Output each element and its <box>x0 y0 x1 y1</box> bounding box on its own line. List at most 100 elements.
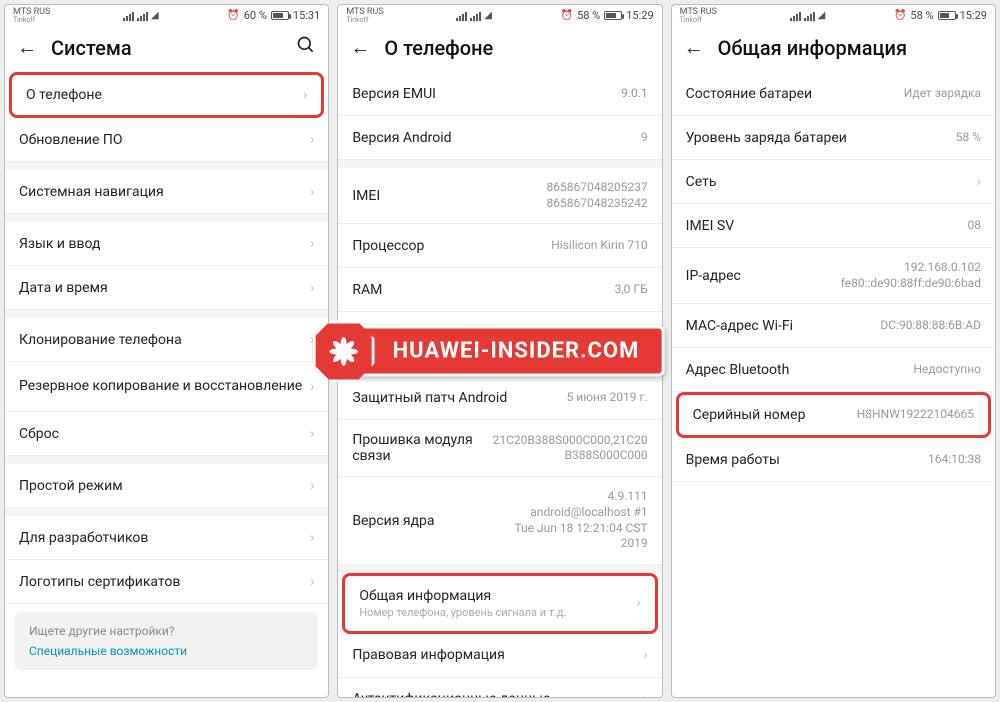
battery-percent: 58 % <box>577 9 600 22</box>
chevron-right-icon: › <box>310 184 314 200</box>
row-ip-address[interactable]: IP-адрес 192.168.0.102 fe80::de90:88ff:d… <box>672 248 995 304</box>
cellular-bars-icon <box>123 12 134 21</box>
chevron-right-icon: › <box>310 574 314 590</box>
cellular-bars-icon <box>456 12 467 21</box>
row-kernel[interactable]: Версия ядра 4.9.111 android@localhost #1… <box>338 477 661 564</box>
chevron-right-icon: › <box>643 647 647 663</box>
signal-icons: ◢ <box>456 10 492 21</box>
chevron-right-icon: › <box>310 426 314 442</box>
watermark: HUAWEI-INSIDER.COM <box>336 326 665 377</box>
row-backup-restore[interactable]: Резервное копирование и восстановление › <box>5 362 328 412</box>
row-simple-mode[interactable]: Простой режим › <box>5 464 328 508</box>
chevron-right-icon: › <box>303 87 307 103</box>
wifi-icon: ◢ <box>484 10 492 21</box>
row-system-navigation[interactable]: Системная навигация › <box>5 170 328 214</box>
row-bluetooth-address[interactable]: Адрес Bluetooth Недоступно <box>672 348 995 392</box>
battery-percent: 60 % <box>244 9 267 22</box>
chevron-right-icon: › <box>310 280 314 296</box>
row-uptime[interactable]: Время работы 164:10:38 <box>672 438 995 482</box>
general-info-list: Состояние батареи Идет зарядка Уровень з… <box>672 72 995 697</box>
row-phone-clone[interactable]: Клонирование телефона › <box>5 318 328 362</box>
footer-suggestion-card: Ищете другие настройки? Специальные возм… <box>15 612 318 670</box>
clock: 15:29 <box>960 9 987 22</box>
section-divider <box>5 456 328 464</box>
phone-screen-system: MTS RUS Tinkoff ◢ ⏰ 60 % 15:31 ← Система… <box>4 4 329 698</box>
status-bar: MTS RUS Tinkoff ◢ ⏰ 58 % 15:29 <box>672 5 995 25</box>
header: ← О телефоне <box>338 25 661 72</box>
watermark-text: HUAWEI-INSIDER.COM <box>393 339 640 364</box>
about-list: Версия EMUI 9.0.1 Версия Android 9 IMEI … <box>338 72 661 697</box>
chevron-right-icon: › <box>310 132 314 148</box>
back-icon[interactable]: ← <box>350 35 370 60</box>
battery-icon <box>938 11 956 20</box>
row-battery-level[interactable]: Уровень заряда батареи 58 % <box>672 116 995 160</box>
section-divider <box>338 160 661 168</box>
section-divider <box>338 565 661 573</box>
row-battery-state[interactable]: Состояние батареи Идет зарядка <box>672 72 995 116</box>
page-title: О телефоне <box>384 36 649 60</box>
alarm-icon: ⏰ <box>227 10 239 21</box>
section-divider <box>5 508 328 516</box>
page-title: Общая информация <box>718 36 983 60</box>
battery-percent: 58 % <box>910 9 933 22</box>
wifi-icon: ◢ <box>818 10 826 21</box>
back-icon[interactable]: ← <box>17 35 37 60</box>
status-bar: MTS RUS Tinkoff ◢ ⏰ 58 % 15:29 <box>338 5 661 25</box>
carrier-secondary: Tinkoff <box>13 17 50 24</box>
row-general-info[interactable]: Общая информация Номер телефона, уровень… <box>342 573 657 634</box>
row-android-version[interactable]: Версия Android 9 <box>338 116 661 160</box>
chevron-right-icon: › <box>310 236 314 252</box>
row-serial-number[interactable]: Серийный номер H8HNW19222104665 <box>676 392 991 438</box>
row-software-update[interactable]: Обновление ПО › <box>5 118 328 162</box>
section-divider <box>5 310 328 318</box>
cellular-bars-icon <box>790 12 801 21</box>
status-bar: MTS RUS Tinkoff ◢ ⏰ 60 % 15:31 <box>5 5 328 25</box>
row-legal-info[interactable]: Правовая информация › <box>338 634 661 678</box>
row-baseband[interactable]: Прошивка модуля связи 21C20B388S000C000,… <box>338 420 661 477</box>
row-developer-options[interactable]: Для разработчиков › <box>5 516 328 560</box>
row-auth-data[interactable]: Аутентификационные данные › <box>338 678 661 697</box>
row-security-patch[interactable]: Защитный патч Android 5 июня 2019 г. <box>338 376 661 420</box>
carrier-secondary: Tinkoff <box>346 17 383 24</box>
back-icon[interactable]: ← <box>684 35 704 60</box>
settings-list: О телефоне › Обновление ПО › Системная н… <box>5 72 328 697</box>
header: ← Общая информация <box>672 25 995 72</box>
signal-icons: ◢ <box>123 10 159 21</box>
battery-icon <box>604 11 622 20</box>
chevron-right-icon: › <box>977 174 981 190</box>
alarm-icon: ⏰ <box>894 10 906 21</box>
row-network[interactable]: Сеть › <box>672 160 995 204</box>
footer-question: Ищете другие настройки? <box>29 624 304 638</box>
clock: 15:29 <box>626 9 653 22</box>
cellular-bars-icon <box>804 12 815 21</box>
row-about-phone[interactable]: О телефоне › <box>9 72 324 118</box>
carrier-secondary: Tinkoff <box>680 17 717 24</box>
row-reset[interactable]: Сброс › <box>5 412 328 456</box>
chevron-right-icon: › <box>310 379 314 395</box>
signal-icons: ◢ <box>790 10 826 21</box>
section-divider <box>5 214 328 222</box>
section-divider <box>5 162 328 170</box>
cellular-bars-icon <box>470 12 481 21</box>
row-imei-sv[interactable]: IMEI SV 08 <box>672 204 995 248</box>
cellular-bars-icon <box>137 12 148 21</box>
page-title: Система <box>51 36 282 60</box>
row-mac-address[interactable]: MAC-адрес Wi-Fi DC:90:88:88:6B:AD <box>672 304 995 348</box>
row-language-input[interactable]: Язык и ввод › <box>5 222 328 266</box>
clock: 15:31 <box>293 9 320 22</box>
row-imei[interactable]: IMEI 865867048205237 865867048235242 <box>338 168 661 224</box>
row-processor[interactable]: Процессор Hisilicon Kirin 710 <box>338 224 661 268</box>
row-ram[interactable]: RAM 3,0 ГБ <box>338 268 661 312</box>
alarm-icon: ⏰ <box>561 10 573 21</box>
chevron-right-icon: › <box>636 595 640 611</box>
search-icon[interactable] <box>296 35 316 60</box>
battery-icon <box>271 11 289 20</box>
header: ← Система <box>5 25 328 72</box>
phone-screen-general-info: MTS RUS Tinkoff ◢ ⏰ 58 % 15:29 ← Общая и… <box>671 4 996 698</box>
row-certification-logos[interactable]: Логотипы сертификатов › <box>5 560 328 604</box>
row-emui-version[interactable]: Версия EMUI 9.0.1 <box>338 72 661 116</box>
chevron-right-icon: › <box>310 478 314 494</box>
row-date-time[interactable]: Дата и время › <box>5 266 328 310</box>
chevron-right-icon: › <box>310 530 314 546</box>
footer-link-accessibility[interactable]: Специальные возможности <box>29 644 304 658</box>
